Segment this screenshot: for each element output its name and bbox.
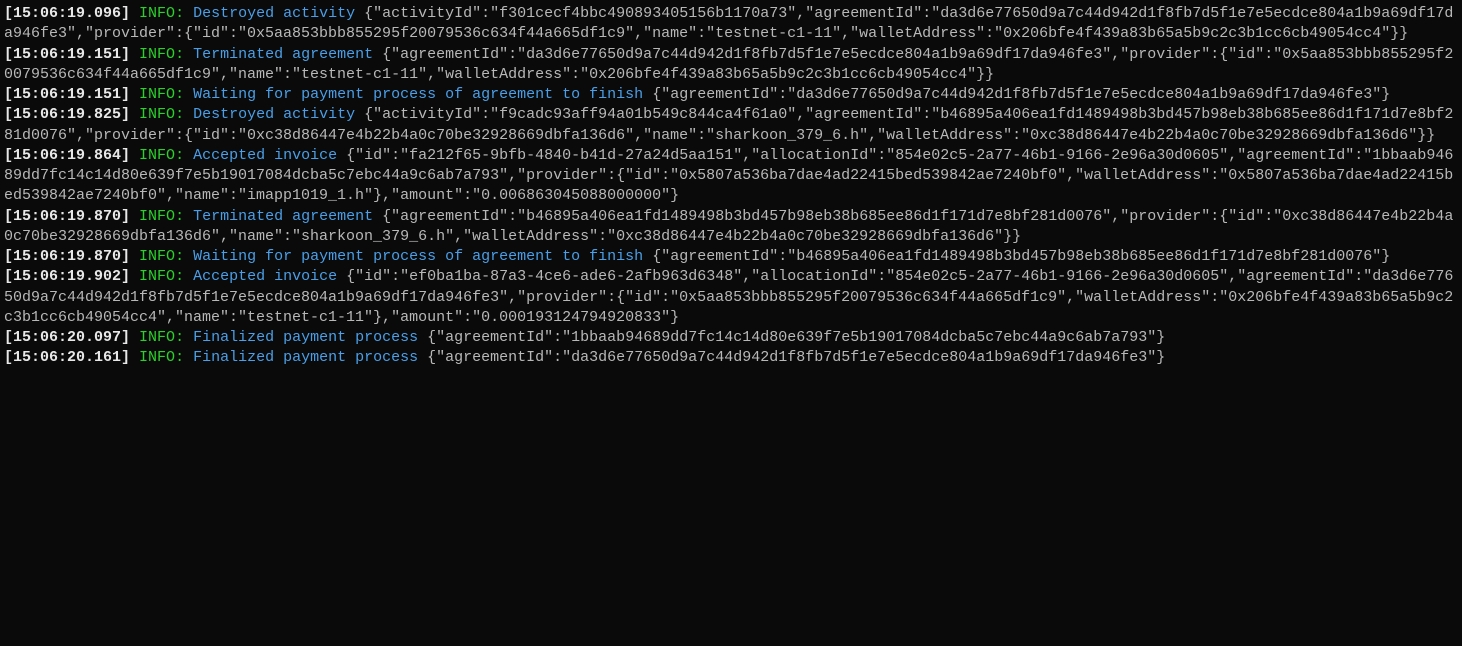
log-level: INFO bbox=[139, 268, 175, 285]
log-timestamp: [15:06:19.870] bbox=[4, 208, 130, 225]
log-line: [15:06:19.870] INFO: Waiting for payment… bbox=[4, 247, 1458, 267]
log-line: [15:06:19.151] INFO: Waiting for payment… bbox=[4, 85, 1458, 105]
log-level: INFO bbox=[139, 46, 175, 63]
log-message: Accepted invoice bbox=[193, 268, 337, 285]
log-payload: {"agreementId":"1bbaab94689dd7fc14c14d80… bbox=[427, 329, 1165, 346]
log-timestamp: [15:06:19.096] bbox=[4, 5, 130, 22]
log-level: INFO bbox=[139, 86, 175, 103]
log-message: Accepted invoice bbox=[193, 147, 337, 164]
log-line: [15:06:19.151] INFO: Terminated agreemen… bbox=[4, 45, 1458, 86]
log-level: INFO bbox=[139, 5, 175, 22]
log-payload: {"agreementId":"da3d6e77650d9a7c44d942d1… bbox=[652, 86, 1390, 103]
log-level-colon: : bbox=[175, 147, 184, 164]
log-line: [15:06:19.825] INFO: Destroyed activity … bbox=[4, 105, 1458, 146]
log-level-colon: : bbox=[175, 106, 184, 123]
log-line: [15:06:19.096] INFO: Destroyed activity … bbox=[4, 4, 1458, 45]
log-level: INFO bbox=[139, 349, 175, 366]
log-level: INFO bbox=[139, 208, 175, 225]
log-timestamp: [15:06:19.825] bbox=[4, 106, 130, 123]
log-timestamp: [15:06:19.902] bbox=[4, 268, 130, 285]
log-payload: {"agreementId":"da3d6e77650d9a7c44d942d1… bbox=[427, 349, 1165, 366]
log-message: Waiting for payment process of agreement… bbox=[193, 248, 643, 265]
log-message: Terminated agreement bbox=[193, 208, 373, 225]
log-level-colon: : bbox=[175, 268, 184, 285]
log-message: Waiting for payment process of agreement… bbox=[193, 86, 643, 103]
log-timestamp: [15:06:19.864] bbox=[4, 147, 130, 164]
log-line: [15:06:19.902] INFO: Accepted invoice {"… bbox=[4, 267, 1458, 328]
log-timestamp: [15:06:20.161] bbox=[4, 349, 130, 366]
log-message: Terminated agreement bbox=[193, 46, 373, 63]
log-level-colon: : bbox=[175, 5, 184, 22]
log-line: [15:06:19.864] INFO: Accepted invoice {"… bbox=[4, 146, 1458, 207]
log-payload: {"agreementId":"b46895a406ea1fd1489498b3… bbox=[652, 248, 1390, 265]
log-level-colon: : bbox=[175, 86, 184, 103]
log-level: INFO bbox=[139, 147, 175, 164]
log-level-colon: : bbox=[175, 46, 184, 63]
log-level-colon: : bbox=[175, 248, 184, 265]
log-timestamp: [15:06:19.151] bbox=[4, 46, 130, 63]
log-timestamp: [15:06:19.151] bbox=[4, 86, 130, 103]
log-level-colon: : bbox=[175, 208, 184, 225]
log-level: INFO bbox=[139, 329, 175, 346]
log-timestamp: [15:06:20.097] bbox=[4, 329, 130, 346]
log-message: Destroyed activity bbox=[193, 106, 355, 123]
log-message: Finalized payment process bbox=[193, 329, 418, 346]
log-message: Destroyed activity bbox=[193, 5, 355, 22]
log-timestamp: [15:06:19.870] bbox=[4, 248, 130, 265]
log-line: [15:06:19.870] INFO: Terminated agreemen… bbox=[4, 207, 1458, 248]
log-level-colon: : bbox=[175, 329, 184, 346]
log-output: [15:06:19.096] INFO: Destroyed activity … bbox=[4, 4, 1458, 369]
log-level-colon: : bbox=[175, 349, 184, 366]
log-level: INFO bbox=[139, 248, 175, 265]
log-level: INFO bbox=[139, 106, 175, 123]
log-line: [15:06:20.097] INFO: Finalized payment p… bbox=[4, 328, 1458, 348]
log-line: [15:06:20.161] INFO: Finalized payment p… bbox=[4, 348, 1458, 368]
log-message: Finalized payment process bbox=[193, 349, 418, 366]
